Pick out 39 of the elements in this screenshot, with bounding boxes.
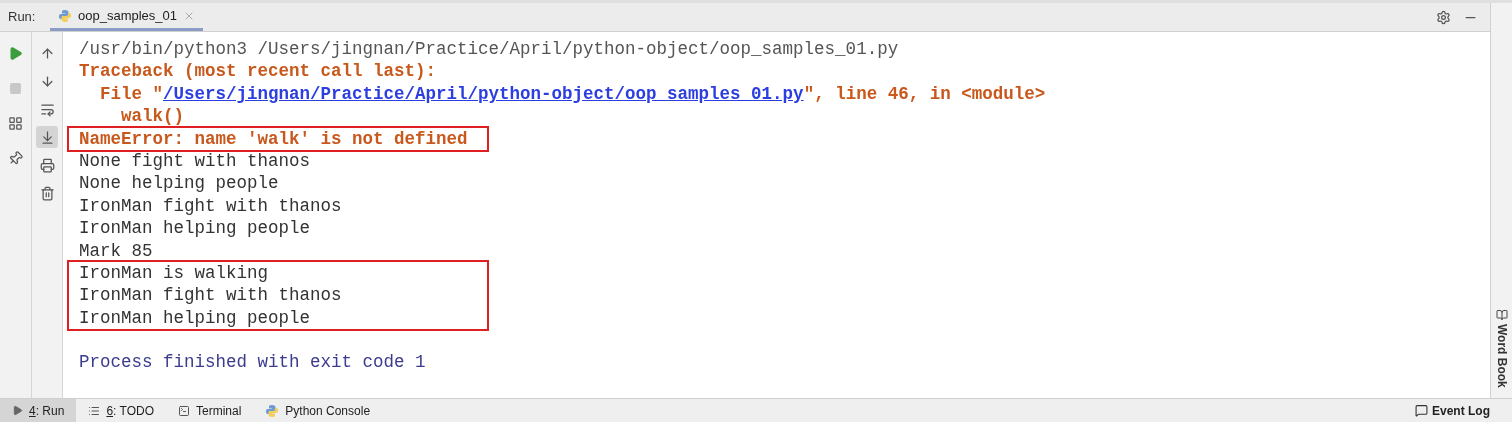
file-link[interactable]: /Users/jingnan/Practice/April/python-object/oop_samples_01.py <box>163 83 804 104</box>
console-line: IronMan helping people <box>79 217 311 240</box>
console-line: walk() <box>120 105 185 128</box>
traceback-line: File "/Users/jingnan/Practice/April/python-object/oop_samples_01.py", line 46, in <module> <box>99 82 1046 106</box>
console-line: IronMan helping people <box>79 306 311 330</box>
console-line: IronMan fight with thanos <box>79 194 342 218</box>
settings-icon[interactable] <box>1436 9 1451 25</box>
tab-title: oop_samples_01 <box>78 6 178 25</box>
tool-window-tab[interactable]: Python Console <box>253 399 383 422</box>
play-icon <box>12 405 23 416</box>
tool-window-tab[interactable]: 4: Run <box>0 399 77 422</box>
console-line: Mark 85 <box>79 239 153 263</box>
python-icon <box>58 8 72 23</box>
event-log-icon <box>1415 404 1428 417</box>
book-icon <box>1495 309 1508 322</box>
console-line: Traceback (most recent call last): <box>79 60 437 83</box>
console-line: IronMan fight with thanos <box>79 284 342 307</box>
word-book-tab[interactable]: Word Book <box>1492 309 1511 388</box>
console-line: /usr/bin/python3 /Users/jingnan/Practice/April/python-object/oop_samples_01.py <box>79 38 899 61</box>
trash-icon <box>39 185 55 201</box>
event-log-button[interactable]: Event Log <box>1415 399 1512 422</box>
tool-window-tab[interactable]: Terminal <box>165 399 254 422</box>
console-line: IronMan is walking <box>79 262 269 285</box>
console-line: Process finished with exit code 1 <box>79 351 426 374</box>
terminal-icon <box>177 404 190 417</box>
stop-icon <box>9 81 22 95</box>
arrow-down-icon <box>39 73 55 89</box>
print-icon <box>39 157 55 173</box>
console-line: None fight with thanos <box>79 150 311 173</box>
layout-icon <box>8 115 23 131</box>
python-icon <box>265 403 280 418</box>
run-label: Run: <box>7 8 37 27</box>
run-icon <box>8 45 23 61</box>
list-icon <box>88 404 101 417</box>
toolbar-button[interactable] <box>36 126 58 148</box>
console-line: NameError: name 'walk' is not defined <box>79 127 468 151</box>
soft-wrap-icon <box>39 101 55 117</box>
console-line: None helping people <box>79 172 279 195</box>
tool-window-tab[interactable]: 6: TODO <box>76 399 166 422</box>
